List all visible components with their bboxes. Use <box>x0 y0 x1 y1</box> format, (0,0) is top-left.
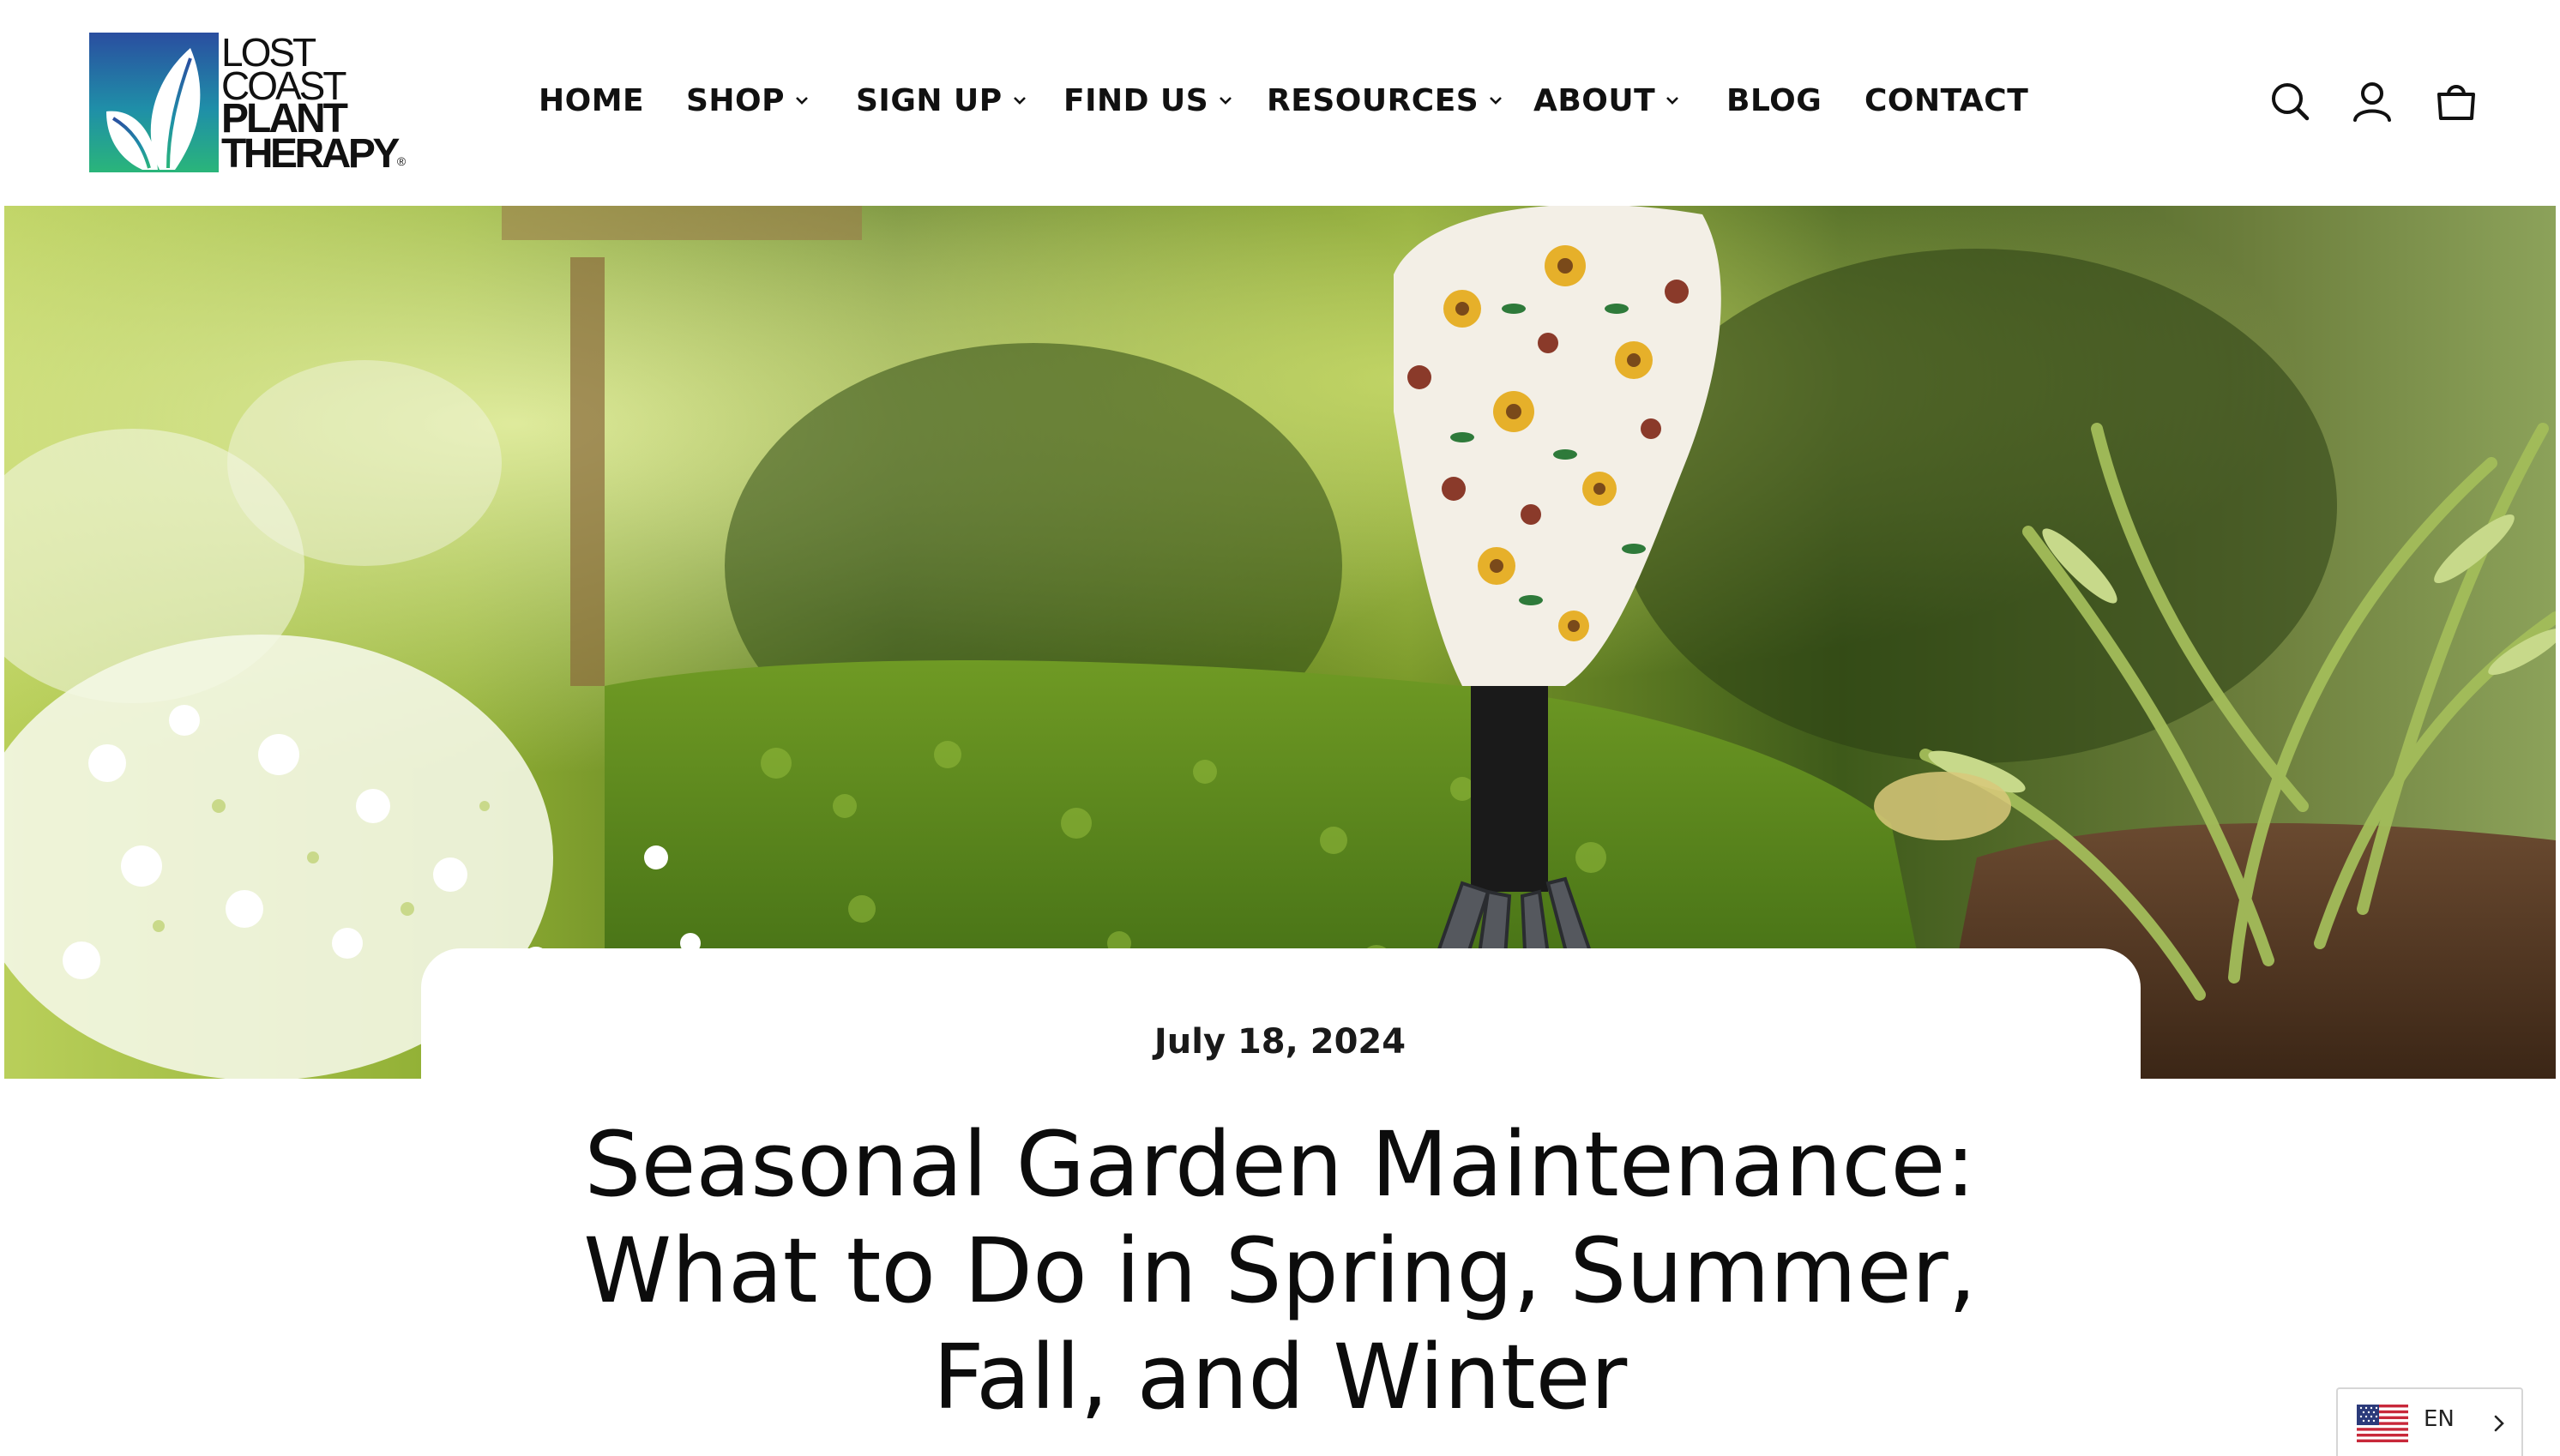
logo-line-therapy: THERAPY® <box>221 134 406 175</box>
site-header: LOST COAST PLANT THERAPY® HOME SHOP SIGN… <box>0 0 2560 206</box>
nav-about[interactable]: ABOUT <box>1533 79 1681 122</box>
language-code: EN <box>2424 1406 2455 1432</box>
nav-find-us-label: FIND US <box>1063 82 1209 118</box>
nav-home-label: HOME <box>539 82 645 118</box>
chevron-down-icon <box>1666 97 1679 105</box>
logo-wordmark: LOST COAST PLANT THERAPY® <box>221 33 415 175</box>
nav-shop-label: SHOP <box>686 82 786 118</box>
account-icon[interactable] <box>2348 77 2396 125</box>
us-flag-icon <box>2357 1405 2408 1442</box>
logo-line-therapy-text: THERAPY <box>221 131 400 177</box>
nav-contact[interactable]: CONTACT <box>1864 79 2028 122</box>
nav-about-label: ABOUT <box>1533 82 1656 118</box>
chevron-right-icon <box>2494 1415 2504 1432</box>
nav-contact-label: CONTACT <box>1864 82 2029 118</box>
nav-blog[interactable]: BLOG <box>1726 79 1822 122</box>
article-title: Seasonal Garden Maintenance: What to Do … <box>515 1111 2045 1430</box>
chevron-down-icon <box>796 97 808 105</box>
article-date: July 18, 2024 <box>1154 1022 1406 1062</box>
nav-find-us[interactable]: FIND US <box>1063 79 1234 122</box>
nav-shop[interactable]: SHOP <box>686 79 810 122</box>
article-title-line-3: Fall, and Winter <box>932 1325 1628 1429</box>
leaf-logo-icon <box>89 33 219 172</box>
nav-resources[interactable]: RESOURCES <box>1267 79 1504 122</box>
chevron-down-icon <box>1220 97 1232 105</box>
cart-icon[interactable] <box>2432 77 2480 125</box>
chevron-down-icon <box>1013 97 1026 105</box>
site-logo[interactable]: LOST COAST PLANT THERAPY® <box>89 33 415 175</box>
nav-home[interactable]: HOME <box>539 79 644 122</box>
nav-resources-label: RESOURCES <box>1267 82 1479 118</box>
search-icon[interactable] <box>2266 77 2314 125</box>
language-selector[interactable]: EN <box>2336 1387 2523 1456</box>
nav-blog-label: BLOG <box>1726 82 1822 118</box>
article-title-line-2: What to Do in Spring, Summer, <box>583 1218 1977 1323</box>
nav-sign-up[interactable]: SIGN UP <box>856 79 1028 122</box>
chevron-down-icon <box>1490 97 1503 105</box>
article-title-line-1: Seasonal Garden Maintenance: <box>584 1112 1976 1217</box>
nav-sign-up-label: SIGN UP <box>856 82 1003 118</box>
registered-mark: ® <box>396 154 407 168</box>
